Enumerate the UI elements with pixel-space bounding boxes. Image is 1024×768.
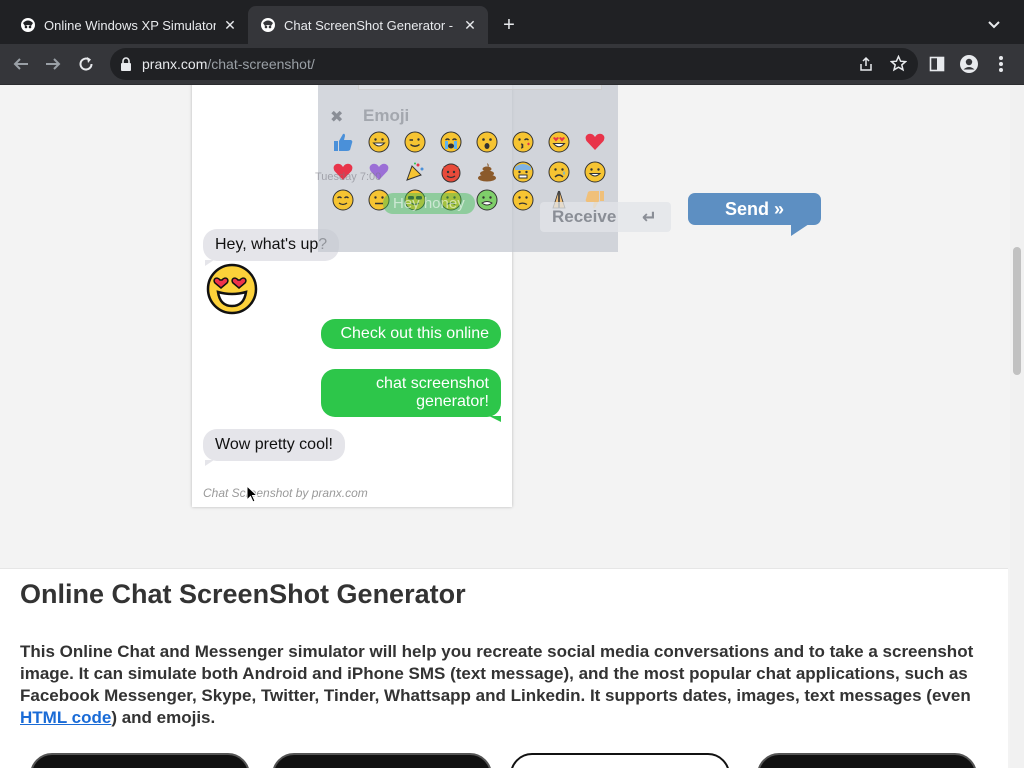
nauseated-emoji-icon[interactable]	[476, 189, 498, 211]
profile-avatar-icon	[960, 55, 978, 73]
outgoing-message[interactable]: chat screenshot generator!	[321, 369, 501, 422]
chat-credit: Chat Screenshot by pranx.com	[203, 486, 368, 500]
ghost-message-preview: Hey honey	[383, 193, 475, 214]
tab-title: Chat ScreenShot Generator - Fake	[284, 17, 456, 33]
mouse-cursor-icon	[246, 485, 258, 503]
kebab-menu-icon	[999, 56, 1003, 72]
pranx-favicon-icon	[261, 18, 275, 32]
url-path: /chat-screenshot/	[207, 56, 315, 72]
fear-emoji-icon[interactable]	[512, 161, 534, 183]
tab-title: Online Windows XP Simulator	[44, 17, 216, 33]
browser-toolbar: pranx.com/chat-screenshot/	[0, 44, 1024, 85]
phone-template-thumbnail[interactable]	[757, 753, 977, 768]
grin-emoji-icon[interactable]	[368, 131, 390, 153]
close-emoji-picker-icon[interactable]: ✖	[330, 107, 343, 127]
blush-emoji-icon[interactable]	[332, 189, 354, 211]
thumbs-up-emoji-icon[interactable]	[332, 131, 354, 153]
tab-bar: Online Windows XP Simulator ✕ Chat Scree…	[0, 0, 1024, 44]
scrollbar-thumb[interactable]	[1013, 247, 1021, 375]
phone-template-thumbnail[interactable]	[30, 753, 250, 768]
share-icon[interactable]	[858, 56, 874, 72]
lock-icon	[121, 57, 131, 71]
heart-emoji-icon[interactable]	[584, 131, 606, 153]
cry-emoji-icon[interactable]	[440, 131, 462, 153]
receive-button[interactable]: Receive ↵	[540, 202, 671, 232]
emoji-picker-title: Emoji	[363, 106, 410, 125]
side-panel-button[interactable]	[927, 54, 947, 74]
ghost-date-label: Tuesday 7:00	[315, 171, 382, 183]
wink-emoji-icon[interactable]	[404, 131, 426, 153]
close-tab-icon[interactable]: ✕	[222, 17, 238, 33]
outgoing-message[interactable]: Check out this online	[321, 319, 501, 349]
heart-eyes-emoji-icon	[206, 263, 258, 315]
page-viewport: Hey, what's up? Check out this online ch…	[0, 85, 1024, 768]
back-arrow-icon	[13, 58, 28, 70]
url-domain: pranx.com	[142, 56, 208, 72]
vertical-scrollbar[interactable]	[1010, 85, 1024, 768]
profile-button[interactable]	[959, 54, 979, 74]
surprised-emoji-icon[interactable]	[476, 131, 498, 153]
bookmark-star-icon[interactable]	[890, 55, 907, 72]
url-text: pranx.com/chat-screenshot/	[142, 56, 315, 72]
send-button[interactable]: Send »	[688, 193, 821, 236]
phone-template-thumbnail[interactable]	[272, 753, 492, 768]
html-code-link[interactable]: HTML code	[20, 708, 111, 727]
kiss-emoji-icon[interactable]	[512, 131, 534, 153]
forward-button[interactable]	[41, 52, 65, 76]
enter-return-icon: ↵	[641, 207, 657, 227]
page-title: Online Chat ScreenShot Generator	[20, 579, 466, 609]
close-tab-icon[interactable]: ✕	[462, 17, 478, 33]
smile-emoji-icon[interactable]	[584, 161, 606, 183]
party-popper-emoji-icon[interactable]	[404, 161, 426, 183]
tab-chat-screenshot-generator[interactable]: Chat ScreenShot Generator - Fake ✕	[248, 6, 488, 44]
heart-eyes-emoji-icon[interactable]	[548, 131, 570, 153]
browser-menu-button[interactable]	[991, 54, 1011, 74]
forward-arrow-icon	[46, 58, 61, 70]
side-panel-icon	[929, 56, 945, 72]
new-tab-icon[interactable]: +	[498, 14, 520, 36]
message-textarea[interactable]	[358, 85, 602, 90]
address-bar[interactable]: pranx.com/chat-screenshot/	[110, 48, 918, 80]
reload-icon	[79, 57, 93, 71]
article-intro: This Online Chat and Messenger simulator…	[20, 642, 974, 727]
phone-template-thumbnail[interactable]	[510, 753, 730, 768]
article-section: Online Chat ScreenShot Generator This On…	[0, 568, 1008, 768]
incoming-message[interactable]: Wow pretty cool!	[203, 429, 345, 466]
tab-windows-xp-simulator[interactable]: Online Windows XP Simulator ✕	[8, 6, 248, 44]
back-button[interactable]	[9, 52, 33, 76]
reload-button[interactable]	[74, 52, 98, 76]
receive-button-label: Receive	[552, 207, 617, 226]
poop-emoji-icon[interactable]	[476, 161, 498, 183]
pranx-favicon-icon	[21, 18, 35, 32]
confused-emoji-icon[interactable]	[512, 189, 534, 211]
chevron-down-icon[interactable]	[983, 14, 1005, 36]
devil-emoji-icon[interactable]	[440, 161, 462, 183]
sad-tear-emoji-icon[interactable]	[548, 161, 570, 183]
